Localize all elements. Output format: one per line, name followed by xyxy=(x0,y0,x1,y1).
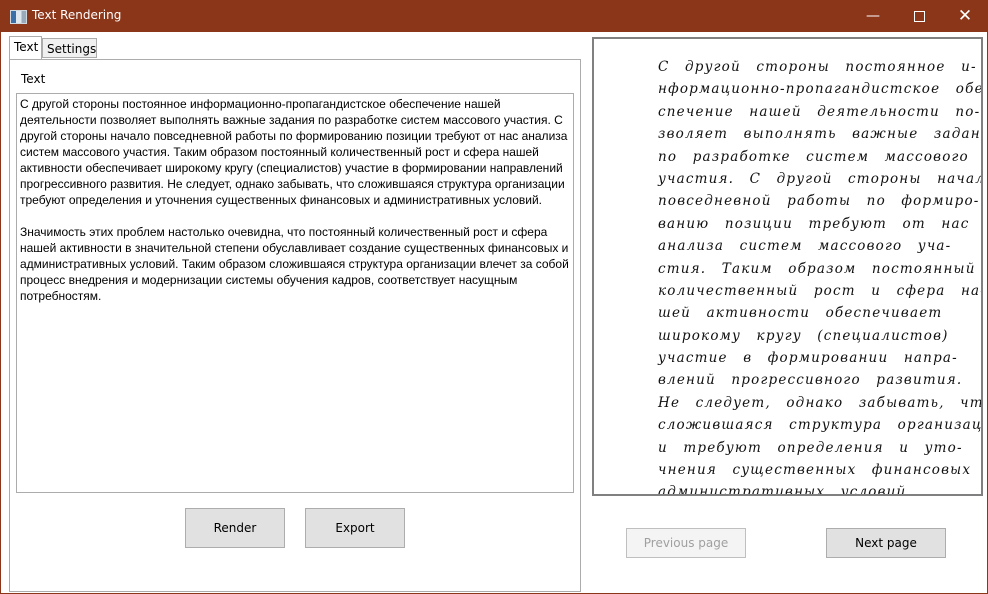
handwritten-line: зволяет выполнять важные задания xyxy=(658,126,983,143)
previous-page-button[interactable]: Previous page xyxy=(626,528,746,558)
handwritten-line: повседневной работы по формиро- xyxy=(658,193,980,210)
window-client: Text Settings Text С другой стороны пост… xyxy=(1,32,987,593)
handwritten-line: и требуют определения и уто- xyxy=(658,439,963,456)
minimize-icon: — xyxy=(866,8,880,24)
text-tab-panel: Text С другой стороны постоянное информа… xyxy=(9,59,581,592)
handwritten-line: по разработке систем массового xyxy=(658,148,969,165)
next-page-button[interactable]: Next page xyxy=(826,528,946,558)
render-button[interactable]: Render xyxy=(185,508,285,548)
handwritten-line: влений прогрессивного развития. xyxy=(658,372,963,389)
handwritten-line: широкому кругу (специалистов) xyxy=(658,327,949,344)
handwritten-line: стия. Таким образом постоянный xyxy=(658,260,976,277)
title-bar: Text Rendering — ✕ xyxy=(0,0,988,32)
handwritten-line: ванию позиции требуют от нас xyxy=(658,215,970,232)
app-icon xyxy=(10,10,27,24)
minimize-button[interactable]: — xyxy=(850,0,896,32)
handwritten-line: анализа систем массового уча- xyxy=(658,238,952,255)
window-title: Text Rendering xyxy=(32,8,122,22)
handwritten-line: участие в формировании напра- xyxy=(658,350,958,367)
text-input[interactable]: С другой стороны постоянное информационн… xyxy=(16,93,574,493)
handwritten-line: участия. С другой стороны начало xyxy=(658,170,983,187)
maximize-icon xyxy=(913,10,925,22)
handwritten-line: чнения существенных финансовых и xyxy=(658,462,983,479)
handwritten-line: административных условий. xyxy=(658,484,912,496)
handwritten-line: шей активности обеспечивает xyxy=(658,305,943,322)
export-button[interactable]: Export xyxy=(305,508,405,548)
handwritten-line: сложившаяся структура организаци- xyxy=(658,417,983,434)
handwritten-line: С другой стороны постоянное и- xyxy=(658,59,977,75)
handwriting-preview: С другой стороны постоянное и-нформацион… xyxy=(592,37,983,496)
tab-text[interactable]: Text xyxy=(9,36,42,59)
handwritten-text: С другой стороны постоянное и-нформацион… xyxy=(658,56,983,496)
close-icon: ✕ xyxy=(957,6,973,26)
tab-settings[interactable]: Settings xyxy=(42,38,97,58)
handwritten-line: количественный рост и сфера на- xyxy=(658,282,983,299)
handwritten-line: нформационно-пропагандистское обе- xyxy=(658,81,983,98)
handwritten-line: Не следует, однако забывать, что xyxy=(658,394,983,411)
maximize-button[interactable] xyxy=(896,0,942,32)
text-label: Text xyxy=(21,72,46,86)
close-button[interactable]: ✕ xyxy=(942,0,988,32)
handwritten-line: спечение нашей деятельности по- xyxy=(658,103,981,120)
